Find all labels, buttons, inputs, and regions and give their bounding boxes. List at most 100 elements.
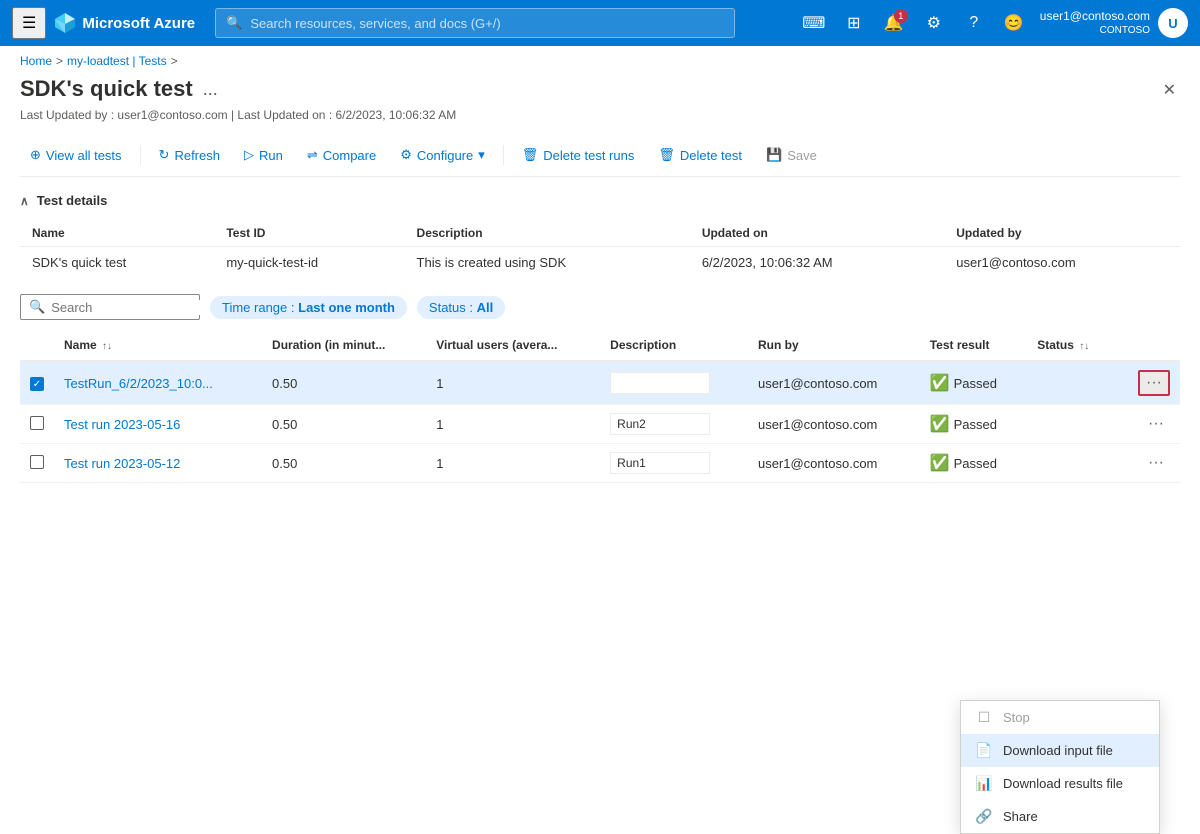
test-result-text-0: Passed xyxy=(954,376,997,391)
cell-status-2 xyxy=(1027,444,1116,483)
test-details-table: Name Test ID Description Updated on Upda… xyxy=(20,220,1180,278)
cell-duration-2: 0.50 xyxy=(262,444,426,483)
context-menu: ☐ Stop 📄 Download input file 📊 Download … xyxy=(960,700,1160,834)
cell-checkbox-0[interactable] xyxy=(20,361,54,405)
compare-button[interactable]: ⇌ Compare xyxy=(297,142,386,168)
runs-tbody: TestRun_6/2/2023_10:0... 0.50 1 user1@co… xyxy=(20,361,1180,483)
col-virtual-users: Virtual users (avera... xyxy=(426,330,600,361)
breadcrumb-sep-2: > xyxy=(171,54,178,68)
hamburger-menu-button[interactable]: ☰ xyxy=(12,7,46,39)
global-search-bar[interactable]: 🔍 xyxy=(215,8,735,38)
cell-checkbox-1[interactable] xyxy=(20,405,54,444)
list-item[interactable]: TestRun_6/2/2023_10:0... 0.50 1 user1@co… xyxy=(20,361,1180,405)
global-search-input[interactable] xyxy=(250,16,724,31)
help-button[interactable]: ? xyxy=(956,5,992,41)
cloud-shell-icon: ⌨ xyxy=(802,13,825,33)
view-all-tests-button[interactable]: ⊕ View all tests xyxy=(20,142,132,168)
test-details-tbody: SDK's quick test my-quick-test-id This i… xyxy=(20,247,1180,279)
save-label: Save xyxy=(787,148,817,163)
settings-button[interactable]: ⚙ xyxy=(916,5,952,41)
more-actions-button-1[interactable]: ··· xyxy=(1142,413,1170,435)
gear-icon: ⚙ xyxy=(927,13,941,33)
help-icon: ? xyxy=(969,14,978,32)
col-select-all xyxy=(20,330,54,361)
save-button[interactable]: 💾 Save xyxy=(756,142,827,168)
directory-icon: ⊞ xyxy=(847,13,860,33)
passed-icon-0: ✅ xyxy=(930,373,950,393)
feedback-button[interactable]: 😊 xyxy=(996,5,1032,41)
cell-run-name-0: TestRun_6/2/2023_10:0... xyxy=(54,361,262,405)
more-actions-button-2[interactable]: ··· xyxy=(1142,452,1170,474)
runs-table-wrap: Name ↑↓ Duration (in minut... Virtual us… xyxy=(20,330,1180,483)
time-range-filter[interactable]: Time range : Last one month xyxy=(210,296,407,319)
main-content: SDK's quick test ... ✕ Last Updated by :… xyxy=(0,76,1200,503)
test-details-section: ∧ Test details Name Test ID Description … xyxy=(20,193,1180,278)
checkbox-0[interactable] xyxy=(30,377,44,391)
status-badge-0: ✅ Passed xyxy=(930,373,997,393)
context-menu-item-share[interactable]: 🔗 Share xyxy=(961,800,1159,833)
cell-checkbox-2[interactable] xyxy=(20,444,54,483)
cell-test-result-0: ✅ Passed xyxy=(920,361,1028,405)
col-status[interactable]: Status ↑↓ xyxy=(1027,330,1116,361)
search-input-wrap[interactable]: 🔍 xyxy=(20,294,200,320)
run-name-link-1[interactable]: Test run 2023-05-16 xyxy=(64,417,180,432)
user-email: user1@contoso.com xyxy=(1040,9,1150,25)
more-actions-button-0[interactable]: ··· xyxy=(1138,370,1170,396)
test-details-header[interactable]: ∧ Test details xyxy=(20,193,1180,208)
status-filter[interactable]: Status : All xyxy=(417,296,505,319)
test-details-thead: Name Test ID Description Updated on Upda… xyxy=(20,220,1180,247)
search-input[interactable] xyxy=(51,300,227,315)
user-avatar[interactable]: U xyxy=(1158,8,1188,38)
context-menu-item-download-results[interactable]: 📊 Download results file xyxy=(961,767,1159,800)
cell-desc-2[interactable] xyxy=(600,444,748,483)
col-run-name[interactable]: Name ↑↓ xyxy=(54,330,262,361)
checkbox-2[interactable] xyxy=(30,455,44,469)
refresh-button[interactable]: ↻ Refresh xyxy=(149,142,230,168)
breadcrumb-home[interactable]: Home xyxy=(20,54,52,68)
description-input-0[interactable] xyxy=(610,372,710,394)
notifications-button[interactable]: 🔔 1 xyxy=(876,5,912,41)
list-item[interactable]: Test run 2023-05-12 0.50 1 user1@contoso… xyxy=(20,444,1180,483)
runs-table: Name ↑↓ Duration (in minut... Virtual us… xyxy=(20,330,1180,483)
share-icon: 🔗 xyxy=(975,808,993,825)
delete-test-button[interactable]: 🗑 Delete test xyxy=(648,142,752,168)
list-item[interactable]: Test run 2023-05-16 0.50 1 user1@contoso… xyxy=(20,405,1180,444)
cell-virtual-users-0: 1 xyxy=(426,361,600,405)
azure-brand-text: Microsoft Azure xyxy=(82,15,195,32)
cell-actions-1[interactable]: ··· xyxy=(1116,405,1180,444)
cloud-shell-button[interactable]: ⌨ xyxy=(796,5,832,41)
col-duration: Duration (in minut... xyxy=(262,330,426,361)
table-row[interactable]: SDK's quick test my-quick-test-id This i… xyxy=(20,247,1180,279)
runs-header-row: Name ↑↓ Duration (in minut... Virtual us… xyxy=(20,330,1180,361)
context-menu-item-download-input[interactable]: 📄 Download input file xyxy=(961,734,1159,767)
delete-test-runs-button[interactable]: 🗑 Delete test runs xyxy=(512,142,645,168)
cell-run-by-0: user1@contoso.com xyxy=(748,361,920,405)
description-input-1[interactable] xyxy=(610,413,710,435)
run-name-link-2[interactable]: Test run 2023-05-12 xyxy=(64,456,180,471)
stop-label: Stop xyxy=(1003,710,1030,725)
cell-actions-2[interactable]: ··· xyxy=(1116,444,1180,483)
configure-dropdown-icon: ▾ xyxy=(478,147,485,163)
run-button[interactable]: ▷ Run xyxy=(234,142,293,168)
run-name-link-0[interactable]: TestRun_6/2/2023_10:0... xyxy=(64,376,213,391)
refresh-label: Refresh xyxy=(174,148,220,163)
cell-desc-0[interactable] xyxy=(600,361,748,405)
top-navigation: ☰ Microsoft Azure 🔍 ⌨ ⊞ 🔔 1 ⚙ ? 😊 xyxy=(0,0,1200,46)
description-input-2[interactable] xyxy=(610,452,710,474)
close-button[interactable]: ✕ xyxy=(1159,76,1180,104)
cell-desc-1[interactable] xyxy=(600,405,748,444)
directory-button[interactable]: ⊞ xyxy=(836,5,872,41)
status-value: All xyxy=(477,300,494,315)
view-all-tests-label: View all tests xyxy=(46,148,122,163)
cell-actions-0[interactable]: ··· xyxy=(1116,361,1180,405)
search-icon-small: 🔍 xyxy=(29,299,45,315)
share-label: Share xyxy=(1003,809,1038,824)
cell-name: SDK's quick test xyxy=(20,247,214,279)
user-info: user1@contoso.com CONTOSO xyxy=(1040,9,1150,38)
configure-button[interactable]: ⚙ Configure ▾ xyxy=(390,142,495,168)
runs-thead: Name ↑↓ Duration (in minut... Virtual us… xyxy=(20,330,1180,361)
page-title-more-button[interactable]: ... xyxy=(203,79,218,100)
stop-icon: ☐ xyxy=(975,709,993,726)
checkbox-1[interactable] xyxy=(30,416,44,430)
breadcrumb-loadtest[interactable]: my-loadtest | Tests xyxy=(67,54,167,68)
